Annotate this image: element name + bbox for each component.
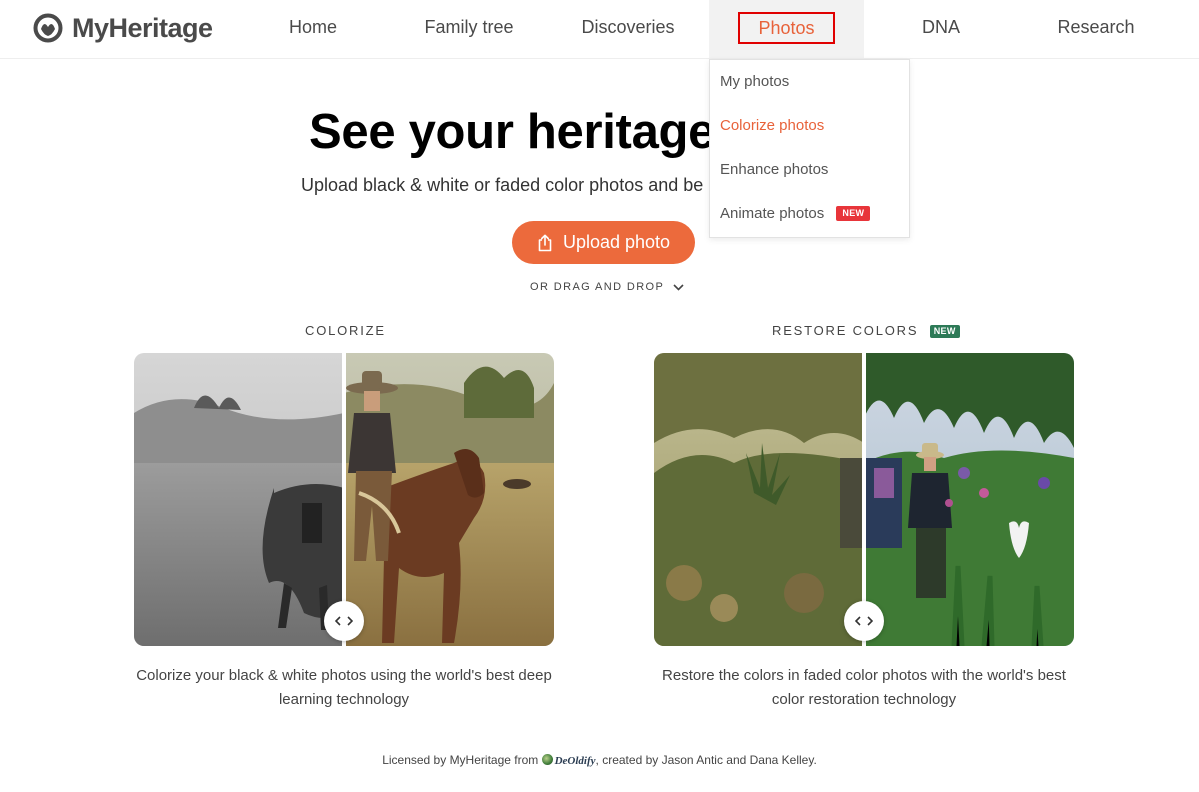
menu-item-animate-photos[interactable]: Animate photos NEW xyxy=(720,204,871,224)
restore-new-badge: NEW xyxy=(929,325,960,338)
nav-discoveries-label: Discoveries xyxy=(581,17,675,37)
nav-home[interactable]: Home xyxy=(253,0,373,58)
animate-new-badge: NEW xyxy=(836,206,871,221)
deoldify-logo-icon xyxy=(541,754,553,765)
compare-slider-icon xyxy=(855,616,873,626)
license-suffix: , created by Jason Antic and Dana Kelley… xyxy=(595,753,817,767)
page-subtitle: Upload black & white or faded color phot… xyxy=(301,175,704,195)
license-prefix: Licensed by MyHeritage from xyxy=(382,753,539,767)
colorize-card-description: Colorize your black & white photos using… xyxy=(136,667,552,708)
menu-item-enhance-photos[interactable]: Enhance photos xyxy=(720,160,828,180)
deoldify-link[interactable]: DeOldify xyxy=(555,755,596,767)
restore-card-title: RESTORE COLORS NEW xyxy=(772,323,960,338)
upload-icon xyxy=(538,234,552,251)
drag-and-drop-toggle[interactable]: OR DRAG AND DROP xyxy=(530,281,684,293)
restore-compare-slider-handle[interactable] xyxy=(844,601,884,641)
top-navigation-bar: MyHeritage Home Family tree Discoveries … xyxy=(0,0,1199,59)
nav-research-label: Research xyxy=(1057,17,1135,37)
nav-family-tree-label: Family tree xyxy=(424,17,514,37)
myheritage-logo-icon xyxy=(33,13,63,43)
nav-discoveries[interactable]: Discoveries xyxy=(563,0,693,58)
brand-name: MyHeritage xyxy=(72,12,213,43)
colorize-compare-slider-handle[interactable] xyxy=(324,601,364,641)
colorize-card-title-text: COLORIZE xyxy=(305,323,386,338)
menu-item-my-photos-label: My photos xyxy=(720,73,790,90)
nav-research[interactable]: Research xyxy=(1036,0,1156,58)
restore-card-description: Restore the colors in faded color photos… xyxy=(662,667,1066,708)
page-title: See your heritage xyxy=(309,105,716,159)
nav-dna[interactable]: DNA xyxy=(881,0,1001,58)
menu-item-my-photos[interactable]: My photos xyxy=(720,72,789,92)
photos-dropdown-menu: My photos Colorize photos Enhance photos… xyxy=(709,59,910,238)
nav-family-tree[interactable]: Family tree xyxy=(404,0,534,58)
menu-item-colorize-photos-label: Colorize photos xyxy=(720,117,825,134)
upload-photo-button[interactable]: Upload photo xyxy=(512,221,695,264)
compare-slider-icon xyxy=(335,616,353,626)
nav-home-label: Home xyxy=(288,17,337,37)
chevron-down-icon xyxy=(672,284,684,291)
nav-photos[interactable]: Photos xyxy=(709,0,864,58)
menu-item-animate-photos-label: Animate photos xyxy=(720,205,825,222)
brand-logo[interactable]: MyHeritage xyxy=(33,12,213,44)
license-footer: Licensed by MyHeritage from DeOldify, cr… xyxy=(0,753,1199,767)
drag-and-drop-label: OR DRAG AND DROP xyxy=(530,281,665,293)
upload-photo-label: Upload photo xyxy=(562,232,671,252)
colorize-card-title: COLORIZE xyxy=(305,323,386,338)
colorize-comparison-image[interactable] xyxy=(134,353,554,646)
nav-dna-label: DNA xyxy=(921,17,960,37)
menu-item-colorize-photos[interactable]: Colorize photos xyxy=(720,116,824,136)
restore-comparison-image[interactable] xyxy=(654,353,1074,646)
restore-card-title-text: RESTORE COLORS xyxy=(772,323,919,338)
nav-photos-label: Photos xyxy=(738,12,835,44)
menu-item-enhance-photos-label: Enhance photos xyxy=(720,161,829,178)
